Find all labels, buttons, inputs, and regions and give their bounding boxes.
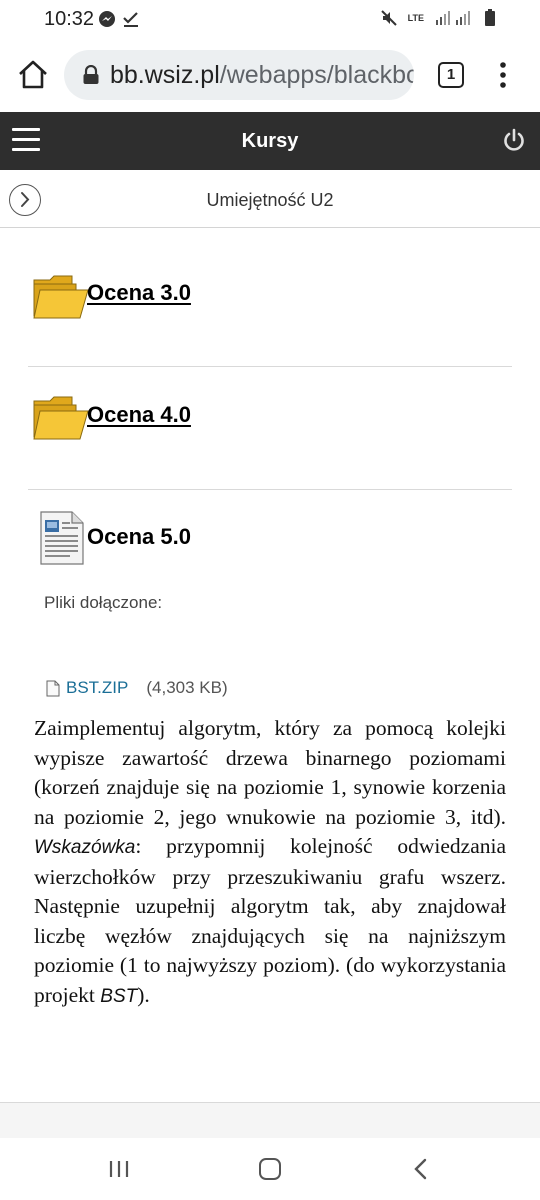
url-host: bb.wsiz.pl [110, 61, 220, 89]
folder-icon [33, 275, 89, 319]
mute-icon [380, 10, 397, 26]
lock-icon [83, 65, 99, 84]
status-right-icons: LTE [380, 9, 496, 27]
attachment-size: (4,303 KB) [146, 678, 228, 697]
attached-files-label: Pliki dołączone: [44, 593, 163, 612]
status-bar: 10:32 LTE [0, 0, 540, 40]
page-title: Umiejętność U2 [206, 190, 334, 210]
description-part-1: Zaimplementuj algorytm, który za pomocą … [34, 716, 506, 829]
content-footer [0, 1103, 540, 1138]
signal-icon [436, 11, 470, 25]
item-title-ocena-5: Ocena 5.0 [87, 524, 191, 549]
home-nav-button[interactable] [259, 1158, 281, 1180]
battery-icon [485, 9, 495, 26]
home-icon[interactable] [16, 58, 50, 92]
divider [28, 366, 512, 367]
attachment-row: BST.ZIP (4,303 KB) [46, 678, 228, 698]
breadcrumb-bar: Umiejętność U2 [0, 170, 540, 228]
url-text: bb.wsiz.pl/webapps/blackbc [110, 61, 414, 90]
description-part-3: ). [137, 982, 150, 1007]
attachment-link[interactable]: BST.ZIP [66, 678, 128, 698]
document-icon [40, 511, 84, 565]
assignment-description: Zaimplementuj algorytm, który za pomocą … [34, 714, 506, 1011]
url-path: /webapps/blackbc [219, 61, 414, 89]
folder-icon [33, 396, 89, 440]
network-label: LTE [407, 13, 424, 23]
browser-toolbar: bb.wsiz.pl/webapps/blackbc 1 [0, 40, 540, 112]
address-bar[interactable]: bb.wsiz.pl/webapps/blackbc [64, 50, 414, 100]
file-icon [46, 680, 60, 696]
tab-switcher-button[interactable]: 1 [438, 62, 464, 88]
system-nav-bar [0, 1138, 540, 1200]
app-header: Kursy [0, 112, 540, 170]
messenger-icon [99, 11, 115, 27]
status-left-icons [98, 10, 140, 28]
header-title: Kursy [241, 130, 299, 152]
item-title-ocena-3[interactable]: Ocena 3.0 [87, 280, 191, 306]
description-project-word: BST [100, 985, 138, 1007]
recent-apps-icon[interactable] [108, 1159, 130, 1179]
item-title-ocena-4[interactable]: Ocena 4.0 [87, 402, 191, 428]
back-icon[interactable] [412, 1158, 430, 1180]
status-time: 10:32 [44, 8, 95, 30]
description-hint-word: Wskazówka [34, 837, 136, 858]
description-part-2: : przypomnij kolejność odwiedzania wierz… [34, 834, 506, 1007]
more-options-icon[interactable] [496, 60, 510, 90]
power-icon[interactable] [502, 128, 526, 152]
divider [28, 489, 512, 490]
check-icon [123, 12, 138, 27]
